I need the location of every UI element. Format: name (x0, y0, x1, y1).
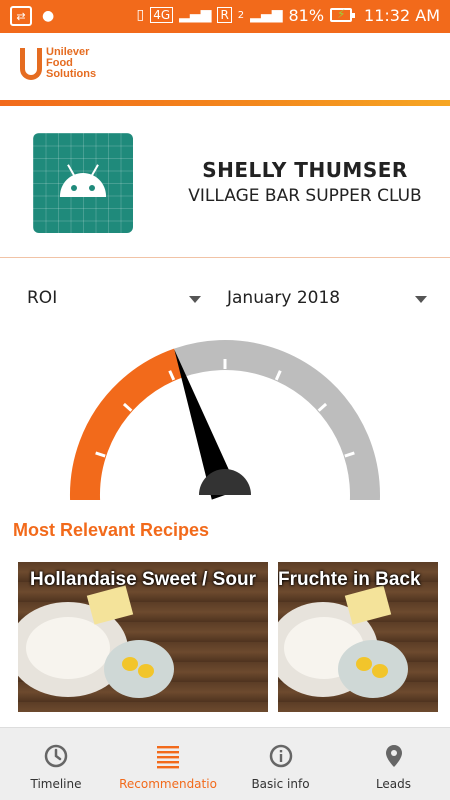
android-notification-icon: ● (42, 8, 55, 24)
recipe-card[interactable]: Hollandaise Sweet / Sour (18, 562, 268, 712)
battery-level: 81% (288, 5, 325, 25)
nav-item-leads[interactable]: Leads (337, 728, 450, 800)
clock-time: 11:32 AM (364, 5, 440, 25)
logo-line-3: Solutions (46, 68, 97, 80)
metric-dropdown-value: ROI (27, 288, 58, 308)
metric-dropdown[interactable]: ROI (27, 288, 205, 312)
customer-name: SHELLY THUMSER (202, 158, 408, 182)
company-name: VILLAGE BAR SUPPER CLUB (188, 186, 422, 206)
nav-label-timeline: Timeline (30, 777, 82, 791)
nav-label-basic-info: Basic info (251, 777, 310, 791)
info-icon (269, 744, 292, 768)
recipes-section-title: Most Relevant Recipes (13, 520, 210, 540)
location-pin-icon (385, 745, 402, 767)
signal-icon: ▂▄▆ (179, 7, 212, 23)
gauge-fill (70, 348, 185, 500)
app-header: Unilever Food Solutions (0, 33, 450, 100)
list-icon (157, 746, 179, 769)
roaming-indicator: R (217, 7, 232, 23)
battery-icon: ⚡ (330, 7, 356, 22)
bottom-navigation: Timeline Recommendatio Basic info Leads (0, 727, 450, 800)
roi-gauge (70, 340, 380, 500)
unilever-u-icon (20, 47, 42, 80)
network-type: 4G (150, 7, 174, 23)
recipe-card[interactable]: Fruchte in Back (278, 562, 438, 712)
dropdown-arrow-icon (415, 296, 427, 303)
recipe-title: Fruchte in Back (278, 569, 421, 590)
recipe-title: Hollandaise Sweet / Sour (30, 569, 256, 590)
customer-profile: SHELLY THUMSER VILLAGE BAR SUPPER CLUB (0, 106, 450, 258)
sim-indicator: 2 (237, 9, 245, 21)
nav-label-leads: Leads (375, 777, 412, 791)
dropdown-arrow-icon (189, 296, 201, 303)
clock-icon (44, 744, 68, 768)
nav-item-basic-info[interactable]: Basic info (224, 728, 337, 800)
android-app-icon (33, 133, 133, 233)
nav-item-recommendations[interactable]: Recommendatio (112, 728, 224, 800)
signal-2-icon: ▂▄▆ (250, 7, 283, 23)
unilever-food-solutions-logo: Unilever Food Solutions (20, 47, 96, 80)
nav-label-recommendations: Recommendatio (119, 777, 217, 791)
period-dropdown-value: January 2018 (227, 288, 341, 308)
period-dropdown[interactable]: January 2018 (227, 288, 427, 312)
status-bar: ⇄ ● ▯ 4G ▂▄▆ R 2 ▂▄▆ 81% ⚡ 11:32 AM (0, 0, 450, 33)
screen-mirror-icon: ⇄ (10, 6, 32, 26)
vibrate-icon: ▯ (136, 7, 145, 23)
nav-item-timeline[interactable]: Timeline (0, 728, 112, 800)
